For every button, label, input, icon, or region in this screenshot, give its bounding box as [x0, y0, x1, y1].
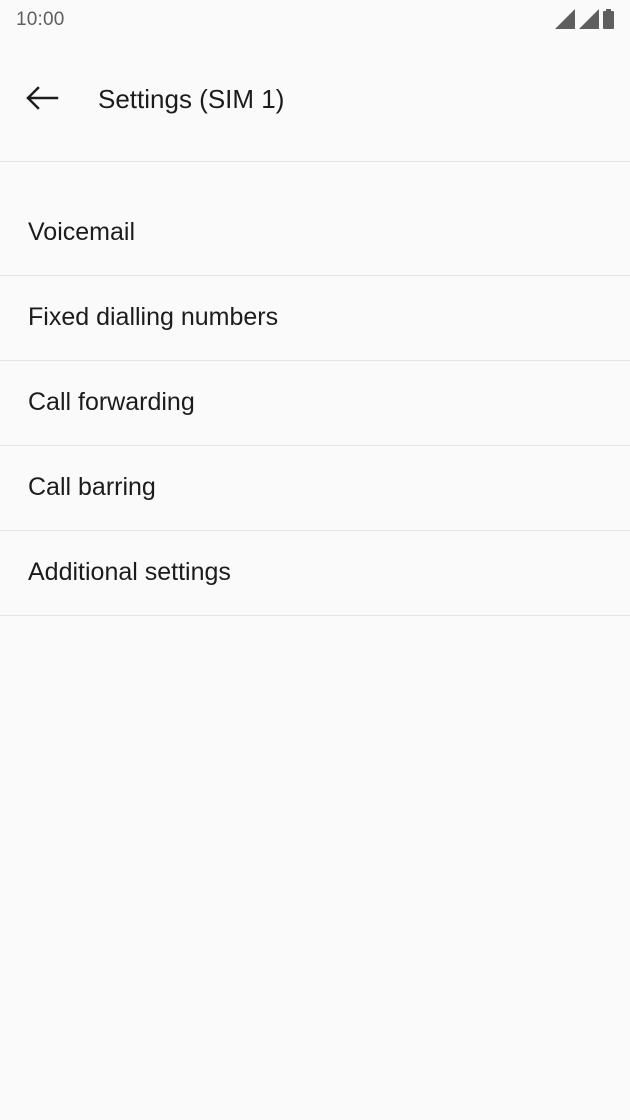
settings-item-label: Voicemail	[28, 218, 135, 246]
arrow-back-icon	[25, 85, 59, 115]
status-time: 10:00	[16, 9, 65, 30]
status-icons	[555, 9, 614, 29]
settings-item-label: Call forwarding	[28, 388, 195, 416]
settings-item-label: Fixed dialling numbers	[28, 303, 279, 331]
settings-item-voicemail[interactable]: Voicemail	[0, 191, 630, 276]
page-title: Settings (SIM 1)	[98, 84, 285, 114]
status-bar: 10:00	[0, 0, 630, 40]
settings-item-call-barring[interactable]: Call barring	[0, 446, 630, 531]
toolbar-divider	[0, 161, 630, 162]
toolbar: Settings (SIM 1)	[0, 58, 630, 142]
settings-item-call-forwarding[interactable]: Call forwarding	[0, 361, 630, 446]
battery-icon	[603, 9, 614, 29]
call-settings-screen: 10:00 Settings (SIM 1) Voicemail Fixed d…	[0, 0, 630, 1120]
settings-item-additional-settings[interactable]: Additional settings	[0, 531, 630, 616]
signal-sim1-icon	[555, 9, 575, 29]
settings-item-label: Additional settings	[28, 558, 231, 586]
settings-item-label: Call barring	[28, 473, 156, 501]
settings-list: Voicemail Fixed dialling numbers Call fo…	[0, 191, 630, 616]
settings-item-fixed-dialling-numbers[interactable]: Fixed dialling numbers	[0, 276, 630, 361]
back-button[interactable]	[14, 72, 70, 128]
signal-sim2-icon	[579, 9, 599, 29]
